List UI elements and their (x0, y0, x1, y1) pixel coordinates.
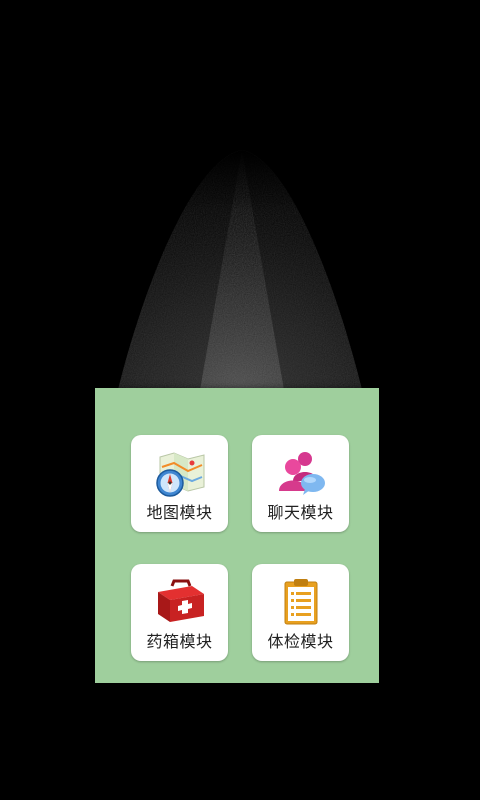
first-aid-kit-icon (157, 579, 204, 622)
chat-module-label: 聊天模块 (267, 503, 334, 522)
exam-module-label: 体检模块 (267, 632, 334, 651)
map-module-label: 地图模块 (146, 503, 213, 522)
exam-module-button[interactable]: 体检模块 (252, 564, 349, 661)
map-compass-icon (155, 452, 204, 497)
medicine-module-label: 药箱模块 (146, 632, 213, 651)
medicine-module-button[interactable]: 药箱模块 (131, 564, 228, 661)
module-panel: 地图模块 聊天模块 药箱模块 体检模块 (95, 388, 379, 683)
clipboard-icon (284, 579, 317, 625)
chat-module-button[interactable]: 聊天模块 (252, 435, 349, 532)
map-module-button[interactable]: 地图模块 (131, 435, 228, 532)
chat-people-icon (278, 452, 325, 495)
